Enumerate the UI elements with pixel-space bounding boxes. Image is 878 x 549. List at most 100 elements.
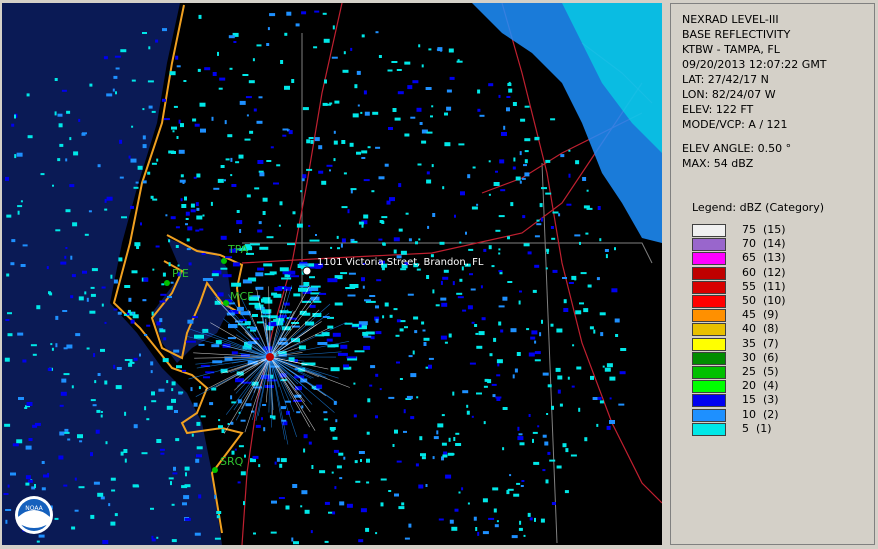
echo-pixel xyxy=(423,337,430,341)
echo-pixel xyxy=(441,414,445,417)
legend-swatch xyxy=(692,380,726,394)
echo-pixel xyxy=(63,431,70,434)
radar-viewer-window: 1101 Victoria Street, Brandon, FL TPA PI… xyxy=(0,0,878,549)
echo-pixel xyxy=(10,262,15,266)
echo-pixel xyxy=(119,139,123,144)
echo-pixel xyxy=(120,49,127,53)
echo-pixel xyxy=(521,177,526,180)
echo-pixel xyxy=(230,395,233,400)
echo-pixel xyxy=(440,280,443,285)
station-srq-marker[interactable] xyxy=(212,467,218,473)
echo-pixel xyxy=(249,243,260,246)
echo-pixel xyxy=(404,133,410,137)
echo-pixel xyxy=(172,472,178,475)
echo-pixel xyxy=(176,65,181,68)
echo-pixel xyxy=(518,433,523,436)
station-mcf-marker[interactable] xyxy=(223,300,229,306)
echo-pixel xyxy=(363,345,371,350)
echo-pixel xyxy=(393,308,398,311)
echo-pixel xyxy=(418,44,421,48)
address-marker[interactable] xyxy=(302,266,312,276)
echo-pixel xyxy=(77,434,83,439)
echo-pixel xyxy=(343,172,347,175)
echo-pixel xyxy=(498,215,505,218)
echo-pixel xyxy=(198,343,205,346)
echo-pixel xyxy=(410,416,415,420)
echo-pixel xyxy=(502,407,508,410)
echo-pixel xyxy=(130,205,134,209)
echo-pixel xyxy=(199,102,206,107)
echo-pixel xyxy=(459,241,462,244)
echo-pixel xyxy=(452,391,455,396)
echo-pixel xyxy=(442,276,449,280)
echo-pixel xyxy=(246,114,249,117)
echo-pixel xyxy=(198,386,201,390)
echo-pixel xyxy=(248,80,255,84)
echo-pixel xyxy=(408,355,413,358)
echo-pixel xyxy=(523,534,526,537)
echo-pixel xyxy=(4,423,11,427)
echo-pixel xyxy=(104,380,108,385)
echo-pixel xyxy=(244,454,246,458)
echo-pixel xyxy=(471,415,474,418)
echo-pixel xyxy=(484,378,489,382)
legend-swatch xyxy=(692,394,726,408)
echo-pixel xyxy=(141,452,148,455)
echo-pixel xyxy=(394,493,399,497)
legend-label: 30 (6) xyxy=(742,350,779,364)
echo-pixel xyxy=(255,424,261,428)
echo-pixel xyxy=(432,289,435,294)
echo-pixel xyxy=(301,405,304,409)
echo-pixel xyxy=(308,137,314,139)
echo-pixel xyxy=(150,370,153,374)
echo-pixel xyxy=(502,296,508,301)
echo-pixel xyxy=(156,158,159,162)
echo-pixel xyxy=(572,344,575,347)
echo-pixel xyxy=(375,532,378,535)
echo-pixel xyxy=(300,505,303,508)
echo-pixel xyxy=(180,174,184,178)
echo-pixel xyxy=(388,396,395,399)
echo-pixel xyxy=(457,296,464,299)
echo-pixel xyxy=(420,453,426,457)
echo-pixel xyxy=(407,85,413,90)
echo-pixel xyxy=(389,197,395,202)
echo-pixel xyxy=(428,357,434,360)
echo-pixel xyxy=(217,178,224,183)
echo-pixel xyxy=(245,403,252,407)
echo-pixel xyxy=(63,484,68,487)
echo-pixel xyxy=(171,503,175,506)
echo-pixel xyxy=(27,135,33,139)
echo-pixel xyxy=(584,437,588,442)
echo-pixel xyxy=(231,282,242,287)
echo-pixel xyxy=(398,506,405,510)
echo-pixel xyxy=(403,409,406,414)
echo-pixel xyxy=(432,456,435,460)
echo-pixel xyxy=(333,130,336,134)
echo-pixel xyxy=(130,319,135,324)
echo-pixel xyxy=(611,288,618,293)
echo-pixel xyxy=(540,217,543,222)
echo-pixel xyxy=(111,489,116,492)
echo-pixel xyxy=(461,487,464,491)
echo-pixel xyxy=(319,292,327,295)
echo-pixel xyxy=(451,526,458,531)
echo-pixel xyxy=(284,32,288,36)
echo-pixel xyxy=(351,240,358,243)
echo-pixel xyxy=(48,291,51,295)
station-tpa-marker[interactable] xyxy=(221,258,227,264)
echo-pixel xyxy=(202,278,213,281)
echo-pixel xyxy=(144,406,147,411)
echo-pixel xyxy=(585,232,589,235)
echo-pixel xyxy=(259,172,265,177)
echo-pixel xyxy=(536,223,542,226)
echo-pixel xyxy=(183,495,190,500)
echo-pixel xyxy=(28,438,33,441)
station-pie-marker[interactable] xyxy=(164,280,170,286)
echo-pixel xyxy=(72,222,78,227)
echo-pixel xyxy=(433,436,439,440)
echo-pixel xyxy=(115,91,117,95)
echo-pixel xyxy=(257,160,264,164)
radar-map[interactable]: 1101 Victoria Street, Brandon, FL TPA PI… xyxy=(2,3,662,545)
echo-pixel xyxy=(315,234,317,236)
